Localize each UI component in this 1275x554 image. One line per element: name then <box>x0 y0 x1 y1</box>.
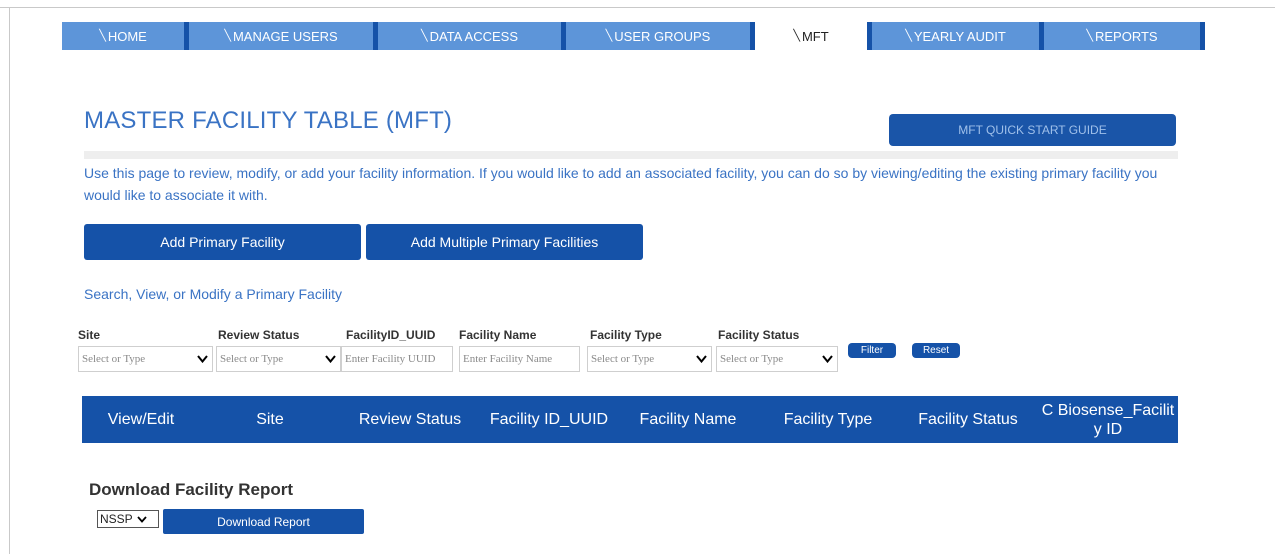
facility-status-select[interactable]: Select or Type <box>716 346 838 372</box>
main-nav: ╲ HOME ╲ MANAGE USERS ╲ DATA ACCESS ╲ USER G… <box>62 22 1214 50</box>
column-header-facility-uuid[interactable]: Facility ID_UUID <box>480 396 618 443</box>
download-report-title: Download Facility Report <box>89 480 294 499</box>
nav-tab-reports[interactable]: ╲ REPORTS <box>1044 22 1205 50</box>
facility-name-input[interactable]: Enter Facility Name <box>459 346 580 372</box>
column-header-facility-status[interactable]: Facility Status <box>898 396 1038 443</box>
pen-icon: ╲ <box>420 29 428 42</box>
reset-button[interactable]: Reset <box>912 343 960 358</box>
review-status-select[interactable]: Select or Type <box>216 346 341 372</box>
title-divider <box>84 151 1178 159</box>
site-select-value: Select or Type <box>82 353 146 365</box>
chevron-down-icon <box>192 355 212 363</box>
page-title: MASTER FACILITY TABLE (MFT) <box>84 107 453 134</box>
nav-tab-yearly-audit[interactable]: ╲ YEARLY AUDIT <box>872 22 1044 50</box>
nav-tab-home[interactable]: ╲ HOME <box>62 22 189 50</box>
filter-label-facility-uuid: FacilityID_UUID <box>346 328 436 342</box>
column-header-view-edit[interactable]: View/Edit <box>82 396 200 443</box>
nav-tab-label: MFT <box>801 28 829 44</box>
report-type-select[interactable]: NSSP <box>97 510 159 528</box>
column-header-facility-name[interactable]: Facility Name <box>618 396 758 443</box>
nav-tab-mft[interactable]: ╲ MFT <box>755 22 872 50</box>
pen-icon: ╲ <box>793 29 800 42</box>
review-status-select-value: Select or Type <box>220 353 284 365</box>
frame-left-border <box>9 7 10 554</box>
facility-table-header: View/Edit Site Review Status Facility ID… <box>82 396 1178 443</box>
pen-icon: ╲ <box>905 29 912 42</box>
pen-icon: ╲ <box>1086 29 1093 42</box>
filter-button[interactable]: Filter <box>848 343 896 358</box>
frame-top-border <box>0 7 1275 8</box>
chevron-down-icon <box>691 355 711 363</box>
site-select[interactable]: Select or Type <box>78 346 213 372</box>
column-header-facility-type[interactable]: Facility Type <box>758 396 898 443</box>
column-header-site[interactable]: Site <box>200 396 340 443</box>
pen-icon: ╲ <box>224 29 231 42</box>
report-type-value: NSSP <box>100 512 133 526</box>
search-view-modify-link[interactable]: Search, View, or Modify a Primary Facili… <box>84 286 342 302</box>
add-multiple-facilities-button[interactable]: Add Multiple Primary Facilities <box>366 224 643 260</box>
nav-tab-user-groups[interactable]: ╲ USER GROUPS <box>566 22 755 50</box>
chevron-down-icon <box>320 355 340 363</box>
nav-tab-label: YEARLY AUDIT <box>913 28 1006 44</box>
facility-type-select-value: Select or Type <box>591 353 655 365</box>
pen-icon: ╲ <box>99 29 106 42</box>
download-report-button[interactable]: Download Report <box>163 509 364 534</box>
filter-label-facility-name: Facility Name <box>459 328 537 342</box>
intro-text: Use this page to review, modify, or add … <box>84 165 1158 203</box>
nav-tab-label: DATA ACCESS <box>429 28 518 44</box>
column-header-biosense-id[interactable]: C Biosense_Facility ID <box>1038 396 1178 443</box>
chevron-down-icon <box>137 515 147 523</box>
chevron-down-icon <box>817 355 837 363</box>
filter-label-review-status: Review Status <box>218 328 300 342</box>
facility-uuid-input[interactable]: Enter Facility UUID <box>341 346 453 372</box>
nav-tab-label: USER GROUPS <box>614 28 711 44</box>
add-primary-facility-button[interactable]: Add Primary Facility <box>84 224 361 260</box>
filter-label-facility-status: Facility Status <box>718 328 800 342</box>
facility-type-select[interactable]: Select or Type <box>587 346 712 372</box>
pen-icon: ╲ <box>605 29 613 42</box>
filter-label-site: Site <box>78 328 101 342</box>
nav-tab-data-access[interactable]: ╲ DATA ACCESS <box>378 22 566 50</box>
nav-tab-manage-users[interactable]: ╲ MANAGE USERS <box>189 22 378 50</box>
nav-spacer <box>1205 22 1214 50</box>
facility-status-select-value: Select or Type <box>720 353 784 365</box>
column-header-review-status[interactable]: Review Status <box>340 396 480 443</box>
nav-tab-label: REPORTS <box>1095 28 1158 44</box>
nav-tab-label: MANAGE USERS <box>232 28 338 44</box>
nav-tab-label: HOME <box>107 28 147 44</box>
filter-label-facility-type: Facility Type <box>590 328 662 342</box>
quick-start-guide-button[interactable]: MFT QUICK START GUIDE <box>889 114 1176 146</box>
